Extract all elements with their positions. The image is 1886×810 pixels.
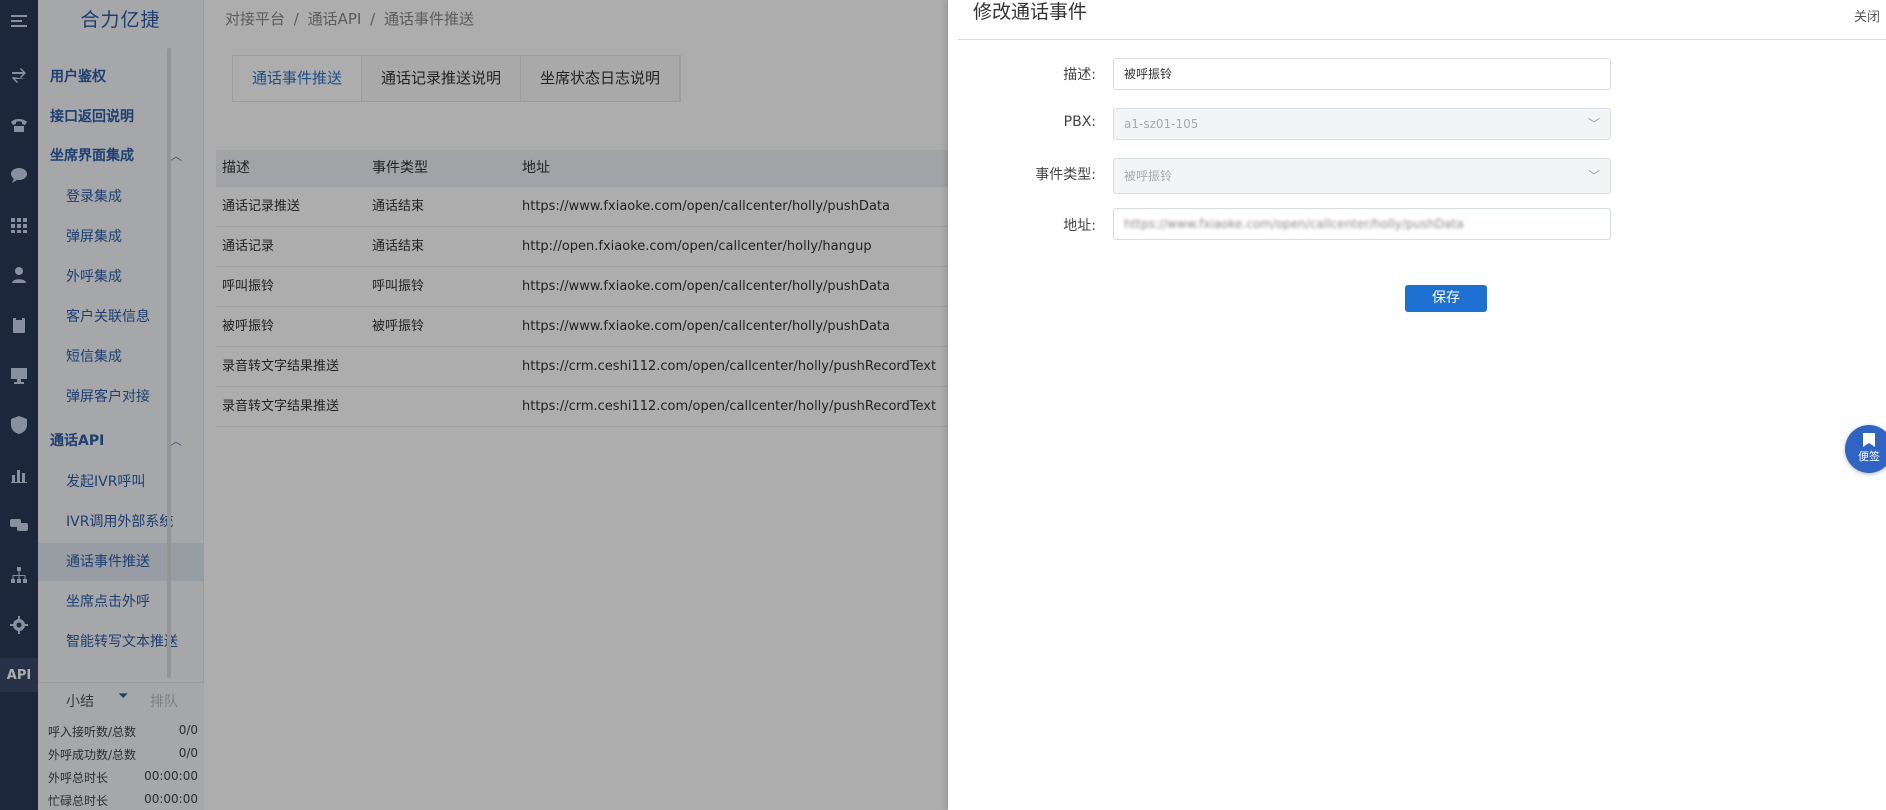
edit-event-drawer: 修改通话事件 关闭 描述: 被呼振铃 PBX: a1-sz01-105 ﹀ 事件… [948, 0, 1886, 810]
address-value: https://www.fxiaoke.com/open/callcenter/… [1124, 217, 1464, 231]
drawer-title: 修改通话事件 [973, 1, 1088, 23]
divider [958, 39, 1886, 40]
bookmark-icon [1863, 433, 1875, 447]
chevron-down-icon: ﹀ [1587, 117, 1600, 131]
note-button[interactable]: 便签 [1845, 425, 1886, 473]
event-type-select[interactable]: 被呼振铃 ﹀ [1113, 158, 1611, 194]
close-button[interactable]: 关闭 [1854, 6, 1880, 25]
desc-input[interactable]: 被呼振铃 [1113, 58, 1611, 90]
note-button-label: 便签 [1858, 450, 1880, 463]
pbx-label: PBX: [1063, 114, 1096, 130]
desc-label: 描述: [1063, 67, 1096, 83]
pbx-select[interactable]: a1-sz01-105 ﹀ [1113, 108, 1611, 140]
address-label: 地址: [1063, 218, 1096, 234]
event-type-label: 事件类型: [1035, 167, 1096, 183]
pbx-selected-value: a1-sz01-105 [1124, 117, 1199, 131]
event-type-selected-value: 被呼振铃 [1124, 169, 1173, 183]
chevron-down-icon: ﹀ [1587, 169, 1600, 183]
save-button[interactable]: 保存 [1405, 285, 1487, 312]
address-input[interactable]: https://www.fxiaoke.com/open/callcenter/… [1113, 208, 1611, 240]
modal-overlay[interactable] [0, 0, 948, 810]
